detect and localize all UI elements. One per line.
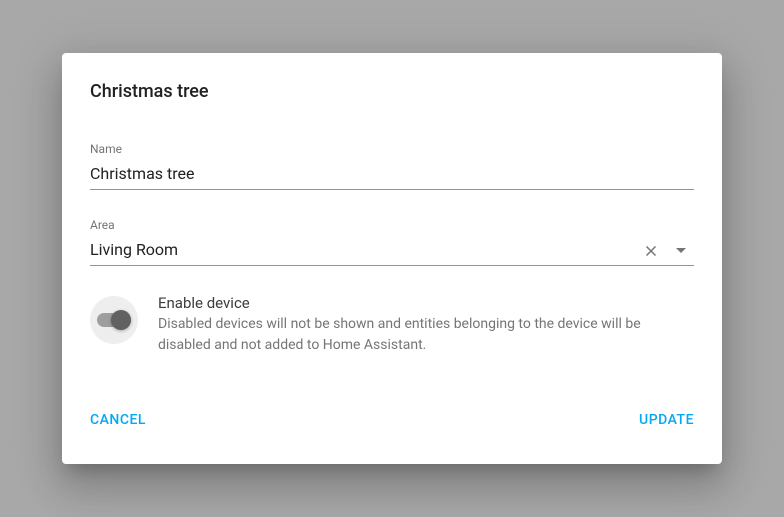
enable-device-toggle[interactable] <box>97 313 131 327</box>
dialog-title: Christmas tree <box>90 81 694 102</box>
dropdown-icon[interactable] <box>672 242 690 260</box>
area-label: Area <box>90 218 694 232</box>
area-actions <box>642 242 694 260</box>
toggle-title: Enable device <box>158 294 694 312</box>
toggle-description: Disabled devices will not be shown and e… <box>158 314 694 356</box>
area-input[interactable] <box>90 236 642 265</box>
area-field: Area <box>90 218 694 266</box>
update-button[interactable]: UPDATE <box>639 404 694 436</box>
clear-icon[interactable] <box>642 242 660 260</box>
name-input[interactable] <box>90 160 694 189</box>
area-input-wrap <box>90 236 694 266</box>
dialog-actions: CANCEL UPDATE <box>90 404 694 436</box>
toggle-circle <box>90 296 138 344</box>
name-input-wrap <box>90 160 694 190</box>
enable-device-row: Enable device Disabled devices will not … <box>90 294 694 356</box>
switch-thumb <box>111 310 131 330</box>
toggle-text: Enable device Disabled devices will not … <box>158 294 694 356</box>
name-label: Name <box>90 142 694 156</box>
device-settings-dialog: Christmas tree Name Area <box>62 53 722 464</box>
cancel-button[interactable]: CANCEL <box>90 404 146 436</box>
name-field: Name <box>90 142 694 190</box>
